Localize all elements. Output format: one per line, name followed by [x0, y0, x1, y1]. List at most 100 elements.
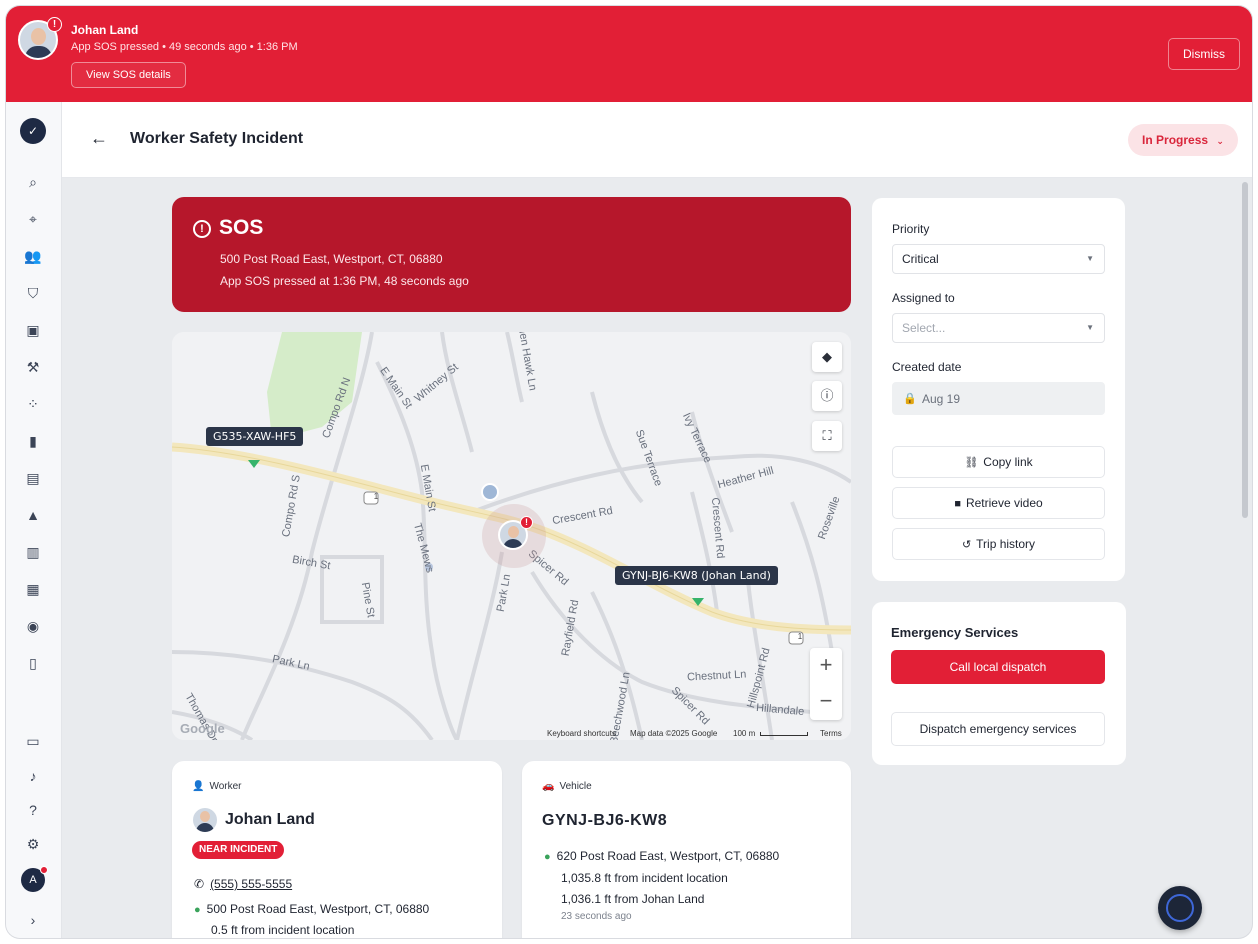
assigned-label: Assigned to — [892, 291, 955, 305]
copy-link-label: Copy link — [983, 455, 1033, 469]
scrollbar[interactable] — [1242, 182, 1248, 518]
sos-address: 500 Post Road East, Westport, CT, 06880 — [220, 252, 443, 266]
vehicle-address: 620 Post Road East, Westport, CT, 06880 — [556, 849, 780, 863]
google-logo: Google — [180, 721, 225, 736]
fuel-icon[interactable]: ▮ — [23, 431, 43, 451]
person-icon: 👤 — [192, 781, 205, 792]
document-icon[interactable]: ▤ — [23, 468, 43, 488]
chat-icon[interactable]: ▭ — [23, 731, 43, 751]
priority-label: Priority — [892, 222, 930, 236]
vehicle-location: ● 620 Post Road East, Westport, CT, 06880 — [544, 849, 779, 863]
incident-details-panel: Priority Critical ▼ Assigned to Select..… — [872, 198, 1125, 581]
dismiss-button[interactable]: Dismiss — [1168, 38, 1240, 70]
worker-location-marker[interactable]: ! — [482, 504, 546, 568]
vehicle-distance-worker: 1,036.1 ft from Johan Land — [561, 892, 705, 906]
phone-link[interactable]: (555) 555-5555 — [210, 877, 292, 891]
form-icon[interactable]: ▦ — [23, 579, 43, 599]
priority-select[interactable]: Critical ▼ — [892, 244, 1105, 274]
car-icon: 🚗 — [542, 781, 555, 792]
gear-icon[interactable]: ⚙ — [23, 834, 43, 854]
dispatch-emergency-services-button[interactable]: Dispatch emergency services — [891, 712, 1105, 746]
zoom-out-button[interactable]: − — [810, 684, 842, 720]
map-data-credit: Map data ©2025 Google — [630, 729, 718, 738]
users-icon[interactable]: 👥 — [23, 246, 43, 266]
worker-location: ● 500 Post Road East, Westport, CT, 06880 — [194, 902, 429, 916]
assigned-placeholder: Select... — [902, 321, 946, 335]
worker-kicker: 👤 Worker — [192, 781, 242, 792]
fullscreen-icon[interactable]: ⛶ — [812, 421, 842, 451]
chevron-down-icon: ⌄ — [1216, 136, 1224, 146]
vehicle-kicker: 🚗 Vehicle — [542, 781, 592, 792]
search-icon[interactable]: ⌕ — [23, 172, 43, 192]
history-icon: ↺ — [961, 539, 972, 551]
keyboard-shortcuts-link[interactable]: Keyboard shortcuts — [547, 729, 616, 738]
status-dropdown[interactable]: In Progress ⌄ — [1128, 124, 1238, 156]
emergency-title: Emergency Services — [891, 625, 1019, 640]
call-local-dispatch-button[interactable]: Call local dispatch — [891, 650, 1105, 684]
chevron-right-icon[interactable]: › — [23, 910, 43, 930]
worker-distance: 0.5 ft from incident location — [211, 923, 355, 937]
scale-bar — [760, 731, 809, 736]
assistant-fab[interactable] — [1158, 886, 1202, 930]
route-shield: 1 — [797, 632, 803, 641]
map-pin-icon: ● — [194, 904, 201, 916]
vehicle-tag-johan[interactable]: GYNJ-BJ6-KW8 (Johan Land) — [615, 566, 778, 585]
vehicle-tag[interactable]: G535-XAW-HF5 — [206, 427, 304, 446]
worker-name: Johan Land — [225, 811, 315, 828]
view-sos-details-button[interactable]: View SOS details — [71, 62, 186, 88]
assigned-select[interactable]: Select... ▼ — [892, 313, 1105, 343]
user-initial: A — [29, 874, 37, 886]
status-badge: NEAR INCIDENT — [192, 841, 285, 859]
map-pin-icon: ● — [544, 851, 551, 863]
wrench-icon[interactable]: ⚒ — [23, 357, 43, 377]
shield-icon[interactable]: ⛉ — [23, 283, 43, 303]
chevron-down-icon: ▼ — [1086, 254, 1094, 263]
app-logo-icon[interactable]: ✓ — [20, 118, 46, 144]
user-avatar[interactable]: A — [21, 866, 48, 892]
alert-badge-icon: ! — [520, 516, 533, 529]
page-title: Worker Safety Incident — [130, 130, 304, 147]
back-arrow-icon[interactable]: ← — [90, 128, 108, 149]
video-icon: ■ — [954, 498, 961, 510]
retrieve-video-label: Retrieve video — [965, 496, 1043, 510]
sos-card: ! SOS 500 Post Road East, Westport, CT, … — [172, 197, 851, 312]
sidebar: ✓ ⌕ ⌖ 👥 ⛉ ▣ ⚒ ⁘ ▮ ▤ ▲ ▥ ▦ ◉ ▯ ▭ ♪ ? ⚙ A … — [6, 102, 62, 938]
target-icon[interactable]: ◉ — [23, 616, 43, 636]
sos-time: App SOS pressed at 1:36 PM, 48 seconds a… — [220, 274, 469, 288]
worker-kicker-label: Worker — [209, 781, 242, 792]
alert-badge-icon: ! — [47, 17, 62, 32]
scale-label: 100 m — [733, 729, 756, 738]
created-label: Created date — [892, 360, 962, 374]
lock-icon: 🔒 — [903, 393, 917, 405]
banner-subtitle: App SOS pressed • 49 seconds ago • 1:36 … — [71, 41, 298, 53]
info-icon[interactable]: ⓘ — [812, 381, 842, 411]
retrieve-video-button[interactable]: ■ Retrieve video — [892, 487, 1105, 519]
banner-avatar-wrap: ! — [18, 17, 62, 60]
vehicle-id: GYNJ-BJ6-KW8 — [542, 812, 668, 829]
copy-link-button[interactable]: ⛓ Copy link — [892, 446, 1105, 478]
incident-map[interactable]: Compo Rd N E Main St Whitney St Hen Hawk… — [172, 332, 851, 740]
zoom-in-button[interactable]: + — [810, 648, 842, 684]
bar-chart-icon[interactable]: ▥ — [23, 542, 43, 562]
worker-address: 500 Post Road East, Westport, CT, 06880 — [206, 902, 430, 916]
created-value: Aug 19 — [922, 392, 961, 406]
map-scale: 100 m — [733, 729, 809, 738]
vehicle-distance-incident: 1,035.8 ft from incident location — [561, 871, 728, 885]
vehicle-kicker-label: Vehicle — [559, 781, 592, 792]
map-pin-icon[interactable]: ⌖ — [23, 209, 43, 229]
clipboard-icon[interactable]: ▣ — [23, 320, 43, 340]
layers-icon[interactable]: ◆ — [812, 342, 842, 372]
worker-phone: ✆ (555) 555-5555 — [194, 877, 292, 891]
trip-history-label: Trip history — [976, 537, 1036, 551]
app-window: ! Johan Land App SOS pressed • 49 second… — [6, 6, 1252, 938]
trip-history-button[interactable]: ↺ Trip history — [892, 528, 1105, 560]
mobile-icon[interactable]: ▯ — [23, 653, 43, 673]
bell-icon[interactable]: ♪ — [23, 766, 43, 786]
route-icon[interactable]: ⁘ — [23, 394, 43, 414]
help-icon[interactable]: ? — [23, 800, 43, 820]
graduation-cap-icon[interactable]: ▲ — [23, 505, 43, 525]
terms-link[interactable]: Terms — [820, 729, 842, 738]
vehicle-card: 🚗 Vehicle GYNJ-BJ6-KW8 ● 620 Post Road Eas… — [522, 761, 851, 938]
emergency-services-panel: Emergency Services Call local dispatch D… — [872, 602, 1126, 765]
priority-value: Critical — [902, 252, 939, 266]
